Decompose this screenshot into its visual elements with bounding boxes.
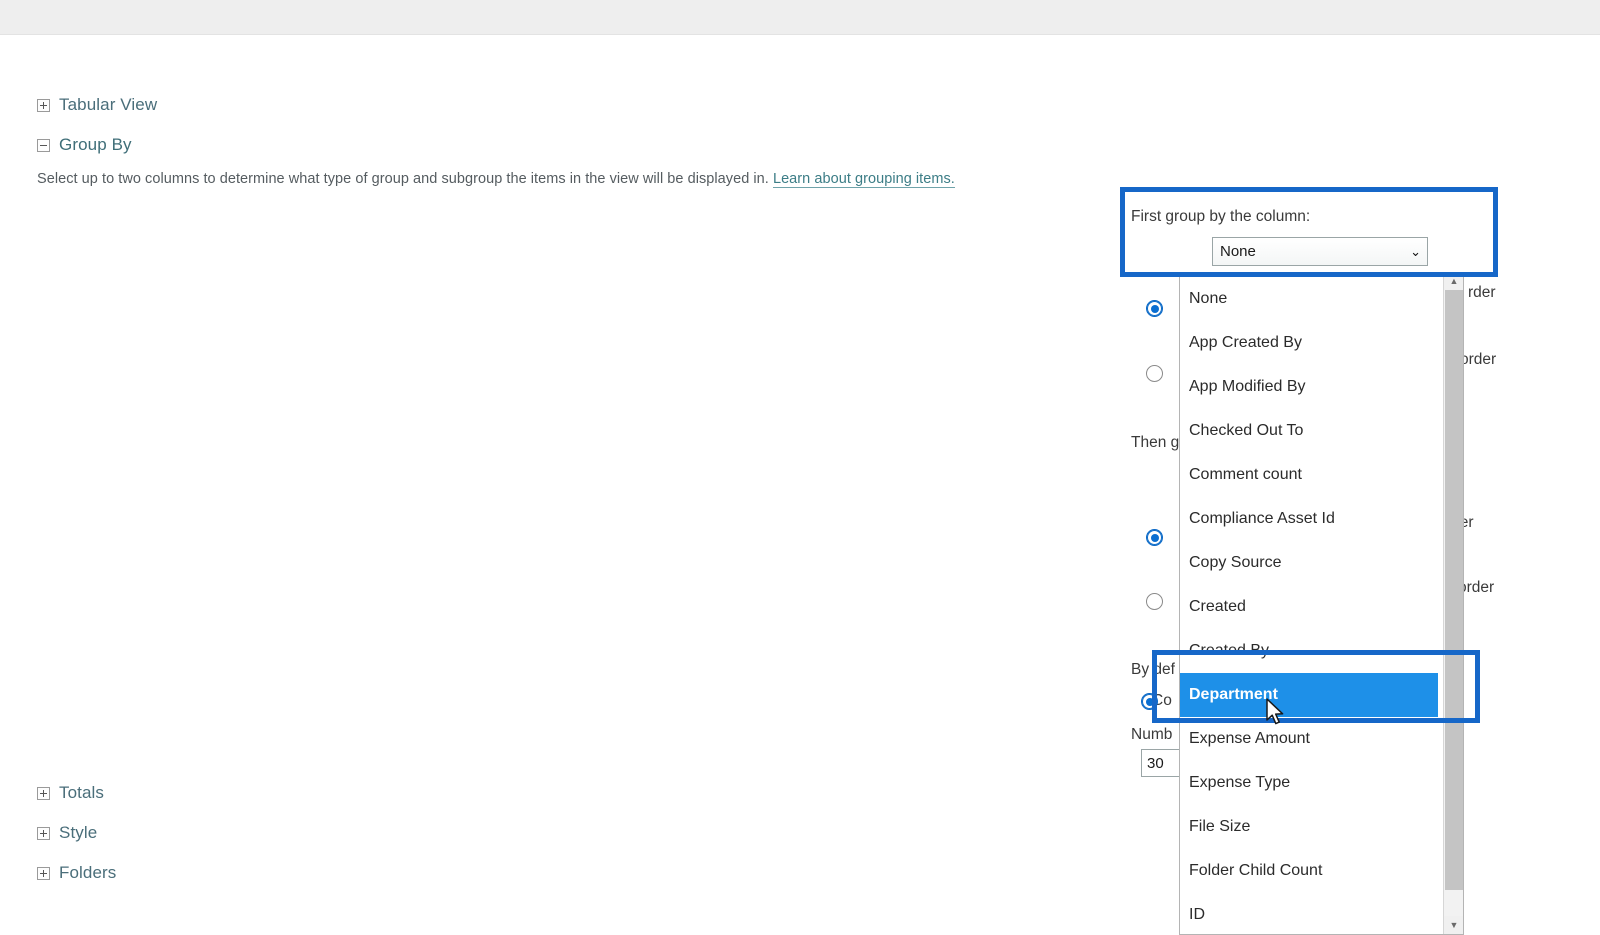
first-group-descending-label: order bbox=[1460, 351, 1497, 368]
listbox-option[interactable]: Folder Child Count bbox=[1180, 849, 1444, 893]
listbox-option[interactable]: App Modified By bbox=[1180, 365, 1444, 409]
section-title-group-by: Group By bbox=[59, 135, 132, 154]
top-chrome-band bbox=[0, 0, 1600, 35]
plus-box-icon[interactable] bbox=[37, 866, 50, 880]
learn-about-grouping-items-link[interactable]: Learn about grouping items. bbox=[772, 171, 955, 188]
first-group-by-column-selected-value: None bbox=[1220, 243, 1256, 260]
listbox-option[interactable]: Created By bbox=[1180, 629, 1444, 673]
group-by-description: Select up to two columns to determine wh… bbox=[37, 171, 955, 188]
section-title-folders: Folders bbox=[59, 863, 117, 882]
listbox-option[interactable]: Checked Out To bbox=[1180, 409, 1444, 453]
scrollbar-thumb[interactable] bbox=[1445, 290, 1463, 890]
listbox-option[interactable]: Compliance Asset Id bbox=[1180, 497, 1444, 541]
view-settings-page: Tabular View Group By Select up to two c… bbox=[0, 35, 1600, 935]
listbox-option[interactable]: Expense Amount bbox=[1180, 717, 1444, 761]
listbox-option[interactable]: Copy Source bbox=[1180, 541, 1444, 585]
listbox-option[interactable]: Expense Type bbox=[1180, 761, 1444, 805]
section-header-totals[interactable]: Totals bbox=[37, 783, 104, 803]
section-title-tabular-view: Tabular View bbox=[59, 95, 158, 114]
listbox-option[interactable]: ID bbox=[1180, 893, 1444, 934]
first-group-by-column-listbox[interactable]: None App Created By App Modified By Checked… bbox=[1179, 272, 1464, 935]
show-groupings-collapsed-radio[interactable] bbox=[1141, 693, 1158, 710]
first-group-by-column-select[interactable]: None ⌄ bbox=[1212, 237, 1428, 266]
listbox-option[interactable]: Comment count bbox=[1180, 453, 1444, 497]
listbox-option[interactable]: Department bbox=[1180, 673, 1438, 717]
plus-box-icon[interactable] bbox=[37, 98, 50, 112]
section-title-totals: Totals bbox=[59, 783, 105, 802]
section-header-style[interactable]: Style bbox=[37, 823, 97, 843]
section-header-group-by[interactable]: Group By bbox=[37, 135, 132, 155]
then-group-by-column-label: Then g bbox=[1131, 434, 1180, 451]
listbox-scrollbar[interactable]: ▲ ▼ bbox=[1443, 272, 1463, 934]
plus-box-icon[interactable] bbox=[37, 786, 50, 800]
section-title-style: Style bbox=[59, 823, 98, 842]
first-group-ascending-radio[interactable] bbox=[1146, 300, 1163, 317]
listbox-option[interactable]: None bbox=[1180, 277, 1444, 321]
first-group-ascending-label: rder bbox=[1468, 284, 1496, 301]
listbox-options: None App Created By App Modified By Checked… bbox=[1180, 272, 1444, 934]
listbox-option[interactable]: File Size bbox=[1180, 805, 1444, 849]
by-default-show-groupings-label: By def bbox=[1131, 661, 1175, 678]
first-group-descending-radio[interactable] bbox=[1146, 365, 1163, 382]
chevron-down-icon: ⌄ bbox=[1410, 243, 1421, 259]
scroll-up-arrow-icon[interactable]: ▲ bbox=[1444, 272, 1463, 290]
minus-box-icon[interactable] bbox=[37, 138, 50, 152]
section-header-folders[interactable]: Folders bbox=[37, 863, 116, 883]
group-by-description-text: Select up to two columns to determine wh… bbox=[37, 171, 769, 187]
scroll-down-arrow-icon[interactable]: ▼ bbox=[1444, 916, 1463, 934]
second-group-descending-radio[interactable] bbox=[1146, 593, 1163, 610]
plus-box-icon[interactable] bbox=[37, 826, 50, 840]
first-group-by-column-label: First group by the column: bbox=[1131, 208, 1311, 225]
listbox-option[interactable]: Created bbox=[1180, 585, 1444, 629]
listbox-option[interactable]: App Created By bbox=[1180, 321, 1444, 365]
second-group-ascending-radio[interactable] bbox=[1146, 529, 1163, 546]
number-of-groups-label: Numb bbox=[1131, 726, 1173, 743]
section-header-tabular-view[interactable]: Tabular View bbox=[37, 95, 157, 115]
